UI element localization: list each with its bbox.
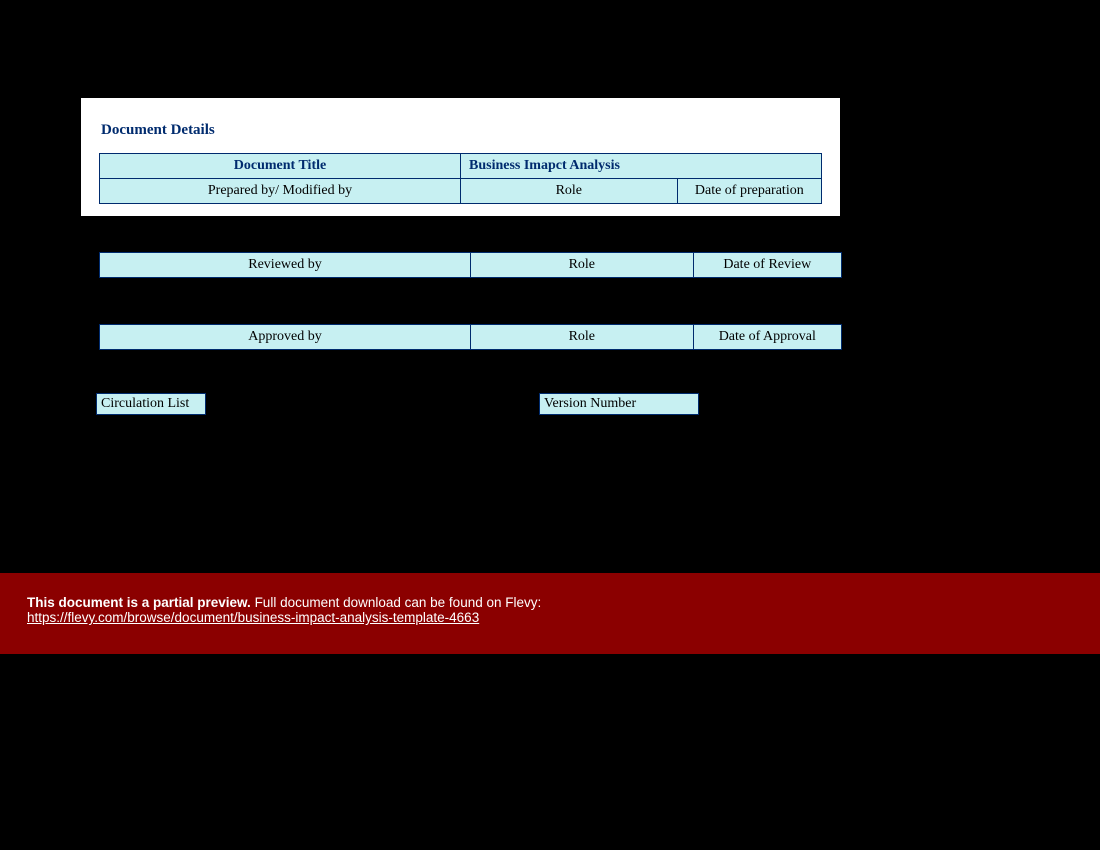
reviewed-row-wrap: Reviewed by Role Date of Review: [99, 252, 842, 278]
date-review-label: Date of Review: [693, 253, 841, 278]
version-number-label: Version Number: [539, 393, 699, 415]
footer-link[interactable]: https://flevy.com/browse/document/busine…: [27, 610, 479, 625]
footer-rest-text: Full document download can be found on F…: [251, 595, 541, 610]
reviewed-table: Reviewed by Role Date of Review: [99, 252, 842, 278]
table-row: Reviewed by Role Date of Review: [100, 253, 842, 278]
approved-table: Approved by Role Date of Approval: [99, 324, 842, 350]
doc-details-table: Document Title Business Imapct Analysis …: [99, 153, 822, 204]
section-heading: Document Details: [101, 122, 822, 139]
preview-footer: This document is a partial preview. Full…: [0, 573, 1100, 654]
table-row: Prepared by/ Modified by Role Date of pr…: [100, 179, 822, 204]
footer-bold-text: This document is a partial preview.: [27, 595, 251, 610]
doc-title-value: Business Imapct Analysis: [461, 154, 822, 179]
date-approval-label: Date of Approval: [693, 325, 841, 350]
reviewed-by-label: Reviewed by: [100, 253, 471, 278]
date-prep-label: Date of preparation: [677, 179, 821, 204]
doc-title-label: Document Title: [100, 154, 461, 179]
role-label: Role: [471, 253, 694, 278]
role-label: Role: [461, 179, 678, 204]
prepared-by-label: Prepared by/ Modified by: [100, 179, 461, 204]
table-row: Approved by Role Date of Approval: [100, 325, 842, 350]
circulation-list-label: Circulation List: [96, 393, 206, 415]
role-label: Role: [471, 325, 694, 350]
title-row: Document Title Business Imapct Analysis: [100, 154, 822, 179]
approved-by-label: Approved by: [100, 325, 471, 350]
approved-row-wrap: Approved by Role Date of Approval: [99, 324, 842, 350]
document-card: Document Details Document Title Business…: [81, 98, 840, 216]
